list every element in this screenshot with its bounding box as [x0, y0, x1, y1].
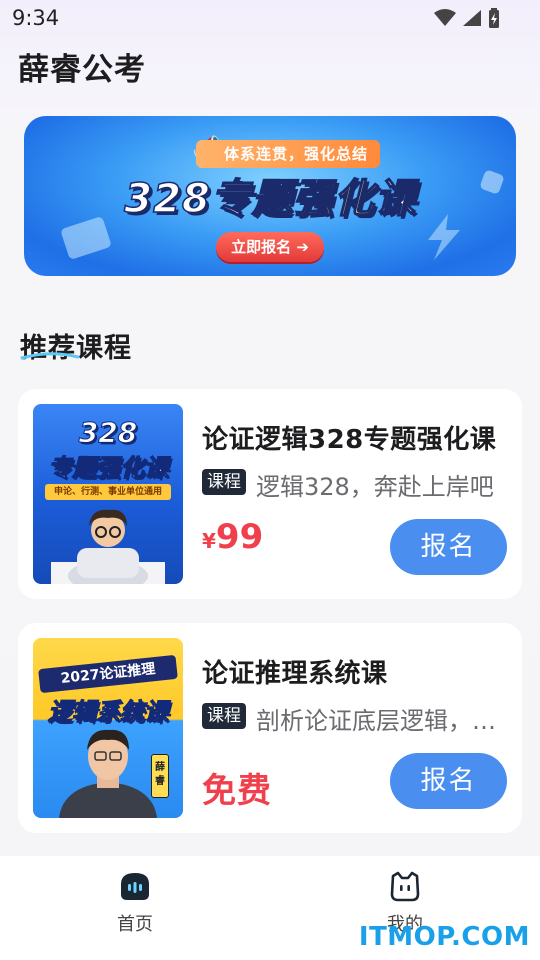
nav-label-home: 首页 [117, 914, 153, 935]
thumb-title-text: 专题强化课 [48, 454, 169, 483]
banner-title-suffix: 课 [374, 175, 416, 223]
course-tag: 课程 [202, 703, 246, 729]
banner-title-highlight: 强化 [292, 175, 375, 223]
course-tag: 课程 [202, 469, 246, 495]
promo-banner[interactable]: 📣 体系连贯，强化总结 328专题强化课 立即报名 ➔ [24, 116, 516, 276]
price-value: 99 [215, 517, 264, 557]
thumb-caption: 申论、行测、事业单位通用 [45, 484, 171, 500]
student-illustration-icon [51, 509, 165, 584]
section-underline [20, 352, 80, 360]
banner-title-prefix: 328专题 [124, 175, 293, 223]
status-icons [434, 8, 500, 28]
course-subtitle: 剖析论证底层逻辑，构建推理体系 [256, 707, 510, 735]
signup-button[interactable]: 报名 [390, 519, 507, 575]
course-price-free: 免费 [202, 771, 272, 811]
course-title: 论证推理系统课 [202, 659, 388, 689]
battery-icon [489, 8, 499, 28]
course-thumbnail: 328 专题强化课 申论、行测、事业单位通用 [33, 404, 183, 584]
status-time: 9:34 [12, 6, 60, 30]
thumb-title-number: 2027论证推理 [38, 654, 178, 694]
course-card[interactable]: 328 专题强化课 申论、行测、事业单位通用 论证逻辑328专题强化课 课程 逻… [18, 389, 522, 599]
status-bar: 9:34 [0, 0, 540, 36]
course-card[interactable]: 2027论证推理 逻辑系统课 薛睿 论证推理系统课 课程 剖析论证底层逻辑，构建… [18, 623, 522, 833]
teacher-photo-icon [59, 729, 157, 818]
thumb-title-number: 328 [78, 416, 138, 450]
banner-title: 328专题强化课 [24, 166, 516, 224]
course-title: 论证逻辑328专题强化课 [202, 425, 497, 455]
bottom-nav: 首页 我的 ITMOP.COM [0, 856, 540, 960]
signup-button[interactable]: 报名 [390, 753, 507, 809]
home-bot-icon [121, 873, 149, 900]
banner-signup-button[interactable]: 立即报名 ➔ [216, 232, 324, 262]
course-price: ¥99 [202, 517, 263, 557]
thumb-teacher-badge: 薛睿 [151, 754, 169, 798]
price-currency: ¥ [202, 529, 216, 553]
profile-cat-icon [390, 871, 420, 902]
wifi-icon [434, 9, 456, 26]
signal-icon [463, 10, 481, 26]
app-title: 薛睿公考 [18, 52, 146, 88]
thumb-title-text: 逻辑系统课 [48, 698, 169, 727]
nav-item-home[interactable]: 首页 [85, 870, 185, 936]
banner-tag: 体系连贯，强化总结 [196, 140, 381, 168]
watermark: ITMOP.COM [358, 922, 530, 952]
course-subtitle: 逻辑328，奔赴上岸吧 [256, 473, 494, 501]
course-thumbnail: 2027论证推理 逻辑系统课 薛睿 [33, 638, 183, 818]
